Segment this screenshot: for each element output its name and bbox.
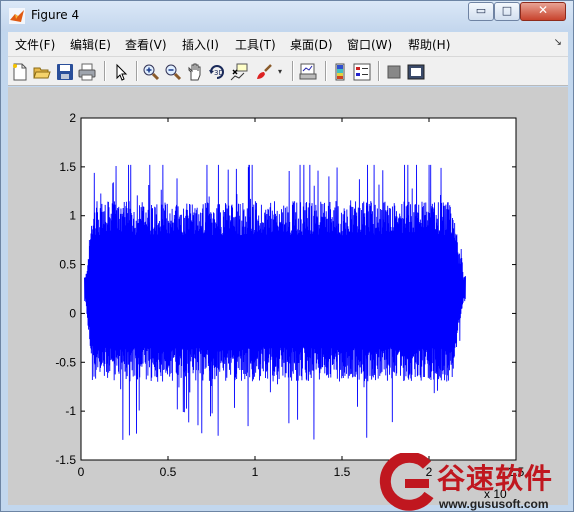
menu-window[interactable]: 窗口(W)	[347, 36, 392, 53]
menu-insert[interactable]: 插入(I)	[182, 36, 219, 53]
maximize-button[interactable]: □	[494, 2, 520, 21]
menu-file[interactable]: 文件(F)	[15, 36, 55, 53]
close-icon: ✕	[537, 3, 549, 17]
menu-view[interactable]: 查看(V)	[125, 36, 167, 53]
watermark-url: www.gususoft.com	[439, 497, 549, 511]
menu-edit[interactable]: 编辑(E)	[70, 36, 111, 53]
figure-window: Figure 4 ▭ □ ✕ 文件(F) 编辑(E) 查看(V) 插入(I) 工…	[0, 0, 574, 512]
minimize-icon: ▭	[475, 4, 487, 17]
x-tick-label: 1.5	[334, 465, 351, 479]
menu-help[interactable]: 帮助(H)	[408, 36, 450, 53]
watermark-brand: 谷速软件	[437, 462, 554, 495]
data-cursor-icon[interactable]	[230, 63, 248, 81]
y-tick-label: 1.5	[59, 160, 76, 174]
y-tick-label: -1	[65, 404, 76, 418]
figure-canvas: 0 0.5 1 1.5 2 2.5 2 1.5 1 0.5 0 -0.5 -1 -1.5 x 10	[8, 87, 568, 505]
show-plot-tools-icon[interactable]	[407, 63, 425, 81]
pan-icon[interactable]	[186, 63, 204, 81]
pointer-icon[interactable]	[112, 63, 130, 81]
save-icon[interactable]	[56, 63, 74, 81]
x-tick-label: 0.5	[160, 465, 177, 479]
y-tick-label: 0	[69, 306, 76, 320]
window-title: Figure 4	[31, 8, 80, 22]
figure-toolbar: 3D ▾	[8, 56, 568, 86]
toolbar-separator	[378, 61, 380, 81]
x-tick-label: 0	[78, 465, 85, 479]
brush-icon[interactable]	[255, 63, 273, 81]
toolbar-separator	[136, 61, 138, 81]
y-tick-label: 1	[69, 209, 76, 223]
colorbar-icon[interactable]	[331, 63, 349, 81]
menu-tools[interactable]: 工具(T)	[235, 36, 276, 53]
toolbar-separator	[325, 61, 327, 81]
menu-bar: 文件(F) 编辑(E) 查看(V) 插入(I) 工具(T) 桌面(D) 窗口(W…	[8, 32, 568, 56]
menu-grip-icon[interactable]: ↘	[554, 37, 562, 48]
watermark: 谷速软件 www.gususoft.com	[379, 453, 574, 513]
y-tick-label: 0.5	[59, 258, 76, 272]
print-icon[interactable]	[78, 63, 96, 81]
y-tick-label: -1.5	[55, 453, 76, 467]
brush-dropdown-icon[interactable]: ▾	[278, 67, 282, 76]
y-tick-label: -0.5	[55, 355, 76, 369]
close-button[interactable]: ✕	[520, 2, 566, 21]
maximize-icon: □	[501, 4, 513, 17]
toolbar-separator	[104, 61, 106, 81]
zoom-in-icon[interactable]	[142, 63, 160, 81]
y-tick-label: 2	[69, 111, 76, 125]
toolbar-separator	[292, 61, 294, 81]
title-bar[interactable]: Figure 4 ▭ □ ✕	[1, 1, 573, 31]
hide-plot-tools-icon[interactable]	[385, 63, 403, 81]
legend-icon[interactable]	[353, 63, 371, 81]
gusu-logo	[379, 453, 434, 511]
plot-axes[interactable]: 0 0.5 1 1.5 2 2.521.510.50-0.5-1-1.5 x 10	[8, 87, 568, 505]
minimize-button[interactable]: ▭	[468, 2, 494, 21]
x-tick-label: 1	[252, 465, 259, 479]
matlab-icon	[9, 8, 25, 24]
rotate-3d-icon[interactable]: 3D	[208, 63, 226, 81]
link-plot-icon[interactable]	[299, 63, 317, 81]
svg-text:3D: 3D	[214, 69, 224, 77]
new-figure-icon[interactable]	[11, 63, 29, 81]
zoom-out-icon[interactable]	[164, 63, 182, 81]
open-file-icon[interactable]	[33, 63, 51, 81]
menu-desktop[interactable]: 桌面(D)	[290, 36, 333, 53]
